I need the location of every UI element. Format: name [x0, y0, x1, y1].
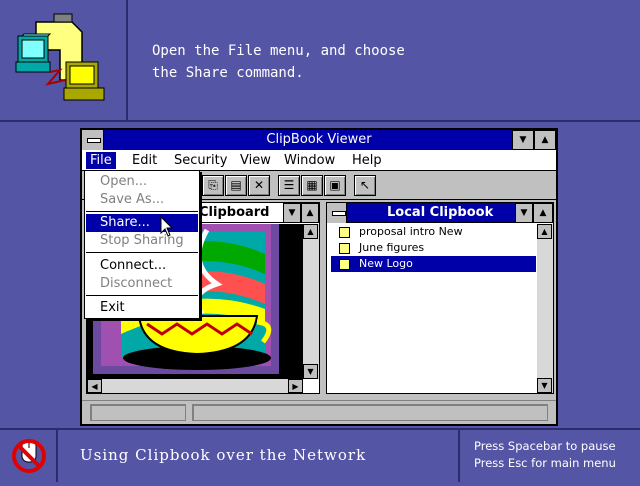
clipboard-maximize-button[interactable]: ▲ — [301, 203, 319, 223]
mouse-pointer-icon — [160, 216, 174, 237]
clipbook-page-icon — [339, 259, 350, 270]
thumbnails-icon[interactable]: ▦ — [301, 175, 323, 196]
menu-separator — [86, 295, 198, 296]
copy-icon[interactable]: ⎘ — [202, 175, 224, 196]
menu-item-exit[interactable]: Exit — [86, 299, 198, 317]
menu-help[interactable]: Help — [348, 152, 386, 169]
menu-item-save-as[interactable]: Save As... — [86, 191, 198, 209]
keyboard-hints: Press Spacebar to pause Press Esc for ma… — [458, 430, 640, 482]
menu-separator — [86, 252, 198, 253]
minimize-button[interactable]: ▼ — [512, 130, 534, 150]
file-menu-dropdown: Open... Save As... Share... Stop Sharing… — [84, 170, 200, 319]
system-menu-icon[interactable] — [82, 130, 104, 150]
clipboard-horizontal-scrollbar[interactable]: ◀ ▶ — [87, 379, 303, 393]
menu-item-open[interactable]: Open... — [86, 173, 198, 191]
bottom-banner: Using Clipbook over the Network Press Sp… — [0, 428, 640, 482]
full-page-icon[interactable]: ▣ — [324, 175, 346, 196]
title-bar: ClipBook Viewer ▼ ▲ — [82, 130, 556, 150]
list-item-label: proposal intro New — [359, 225, 463, 238]
clipboard-vertical-scrollbar[interactable]: ▲ ▼ — [303, 224, 319, 379]
lesson-caption: Using Clipbook over the Network — [80, 446, 367, 464]
scroll-down-icon[interactable]: ▼ — [303, 364, 318, 379]
list-item-label: June figures — [359, 241, 425, 254]
scroll-right-icon[interactable]: ▶ — [288, 379, 303, 393]
clipbook-page-icon — [339, 243, 350, 254]
menu-item-disconnect[interactable]: Disconnect — [86, 275, 198, 293]
instruction-line-1: Open the File menu, and choose — [152, 43, 405, 59]
clipbook-page-icon — [339, 227, 350, 238]
maximize-button[interactable]: ▲ — [534, 130, 556, 150]
scroll-up-icon[interactable]: ▲ — [537, 224, 552, 239]
local-clipbook-maximize-button[interactable]: ▲ — [533, 203, 553, 223]
status-pane-right — [192, 404, 548, 421]
network-computers-icon — [0, 0, 128, 122]
list-item-selected[interactable]: New Logo — [331, 256, 536, 272]
list-item[interactable]: proposal intro New — [331, 224, 536, 240]
pause-hint: Press Spacebar to pause — [474, 439, 616, 453]
instruction-line-2: the Share command. — [152, 65, 304, 81]
status-bar — [82, 400, 556, 424]
list-item[interactable]: June figures — [331, 240, 536, 256]
clipboard-minimize-button[interactable]: ▼ — [283, 203, 301, 223]
pointer-icon[interactable]: ↖ — [354, 175, 376, 196]
menu-security[interactable]: Security — [170, 152, 231, 169]
local-clipbook-system-icon[interactable] — [327, 203, 347, 223]
menu-edit[interactable]: Edit — [128, 152, 161, 169]
scroll-down-icon[interactable]: ▼ — [537, 378, 552, 393]
menu-file[interactable]: File — [86, 152, 116, 169]
esc-hint: Press Esc for main menu — [474, 456, 616, 470]
table-of-contents-icon[interactable]: ☰ — [278, 175, 300, 196]
window-title: ClipBook Viewer — [266, 132, 372, 147]
menu-separator — [86, 211, 198, 212]
paste-icon[interactable]: ▤ — [225, 175, 247, 196]
delete-icon[interactable]: ✕ — [248, 175, 270, 196]
menu-item-connect[interactable]: Connect... — [86, 257, 198, 275]
no-mouse-icon — [0, 430, 58, 482]
local-clipbook-pane: Local Clipbook ▼ ▲ proposal intro New Ju… — [326, 202, 554, 394]
status-pane-left — [90, 404, 186, 421]
menu-item-stop-sharing[interactable]: Stop Sharing — [86, 232, 198, 250]
local-clipbook-minimize-button[interactable]: ▼ — [515, 203, 533, 223]
scroll-left-icon[interactable]: ◀ — [87, 379, 102, 393]
list-item-label: New Logo — [359, 257, 413, 270]
menu-view[interactable]: View — [236, 152, 275, 169]
instruction-text: Open the File menu, and choose the Share … — [152, 40, 405, 84]
top-banner: Open the File menu, and choose the Share … — [0, 0, 640, 122]
menu-bar: File Edit Security View Window Help — [82, 150, 556, 171]
local-vertical-scrollbar[interactable]: ▲ ▼ — [537, 224, 553, 393]
scroll-up-icon[interactable]: ▲ — [303, 224, 318, 239]
menu-item-share[interactable]: Share... — [86, 214, 198, 232]
menu-window[interactable]: Window — [280, 152, 339, 169]
